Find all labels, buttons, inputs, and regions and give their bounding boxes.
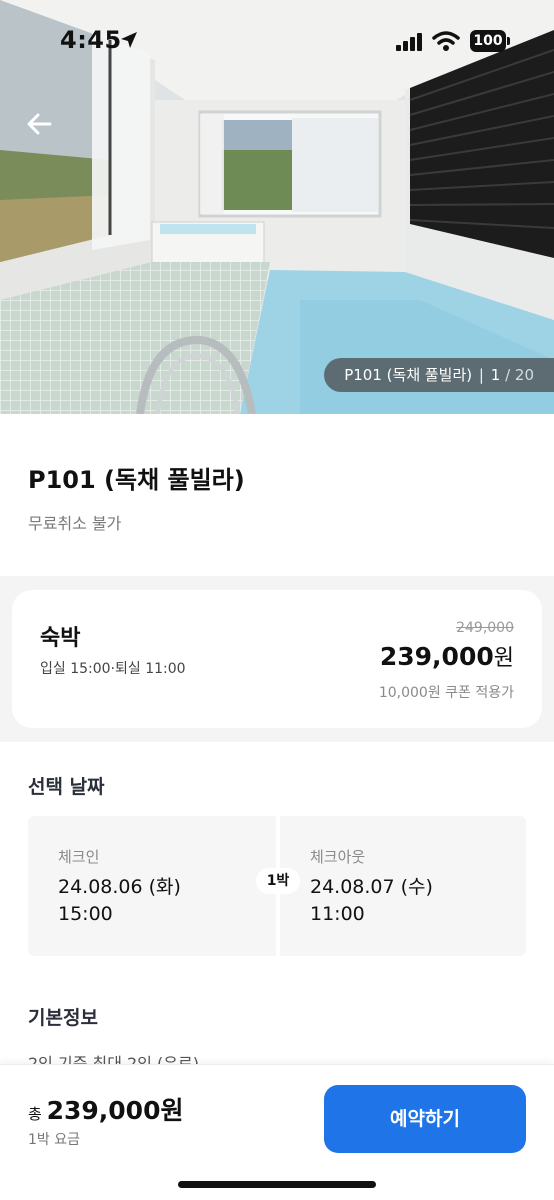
room-title: P101 (독채 풀빌라) <box>28 466 245 494</box>
photo-counter-total: 20 <box>514 366 534 384</box>
checkout-date: 24.08.07 (수) <box>310 876 433 898</box>
room-photo[interactable]: 4:45 100 P101 (독채 풀빌라) | 1 / 20 <box>0 0 554 414</box>
checkin-date: 24.08.06 (화) <box>58 876 181 898</box>
room-title-section: P101 (독채 풀빌라) 무료취소 불가 <box>0 414 554 576</box>
photo-counter-current: 1 <box>490 366 501 384</box>
selected-dates-title: 선택 날짜 <box>28 776 105 798</box>
location-arrow-icon <box>121 32 137 48</box>
total-price: 총 239,000원 <box>28 1091 183 1127</box>
stay-option-card[interactable]: 숙박 입실 15:00·퇴실 11:00 249,000 239,000원 10… <box>12 590 542 728</box>
checkin-datetime: 24.08.06 (화) 15:00 <box>58 874 181 928</box>
photo-counter-slash: / <box>505 366 515 384</box>
photo-counter-room: P101 (독채 풀빌라) <box>344 366 473 384</box>
home-indicator <box>178 1181 376 1188</box>
status-time: 4:45 <box>60 26 122 54</box>
total-amount: 239,000원 <box>46 1096 184 1125</box>
reserve-button[interactable]: 예약하기 <box>324 1085 526 1153</box>
sale-price-currency: 원 <box>493 646 514 671</box>
sale-price-amount: 239,000 <box>379 642 494 671</box>
photo-counter-sep: | <box>478 366 489 384</box>
sale-price: 239,000원 <box>380 640 514 672</box>
checkin-label: 체크인 <box>58 848 100 866</box>
original-price: 249,000 <box>456 620 514 636</box>
back-arrow-icon[interactable] <box>22 106 58 142</box>
battery-cap <box>507 37 510 45</box>
battery-icon: 100 <box>470 30 506 52</box>
wifi-icon <box>432 31 460 51</box>
stay-label: 숙박 <box>40 626 81 651</box>
checkout-label: 체크아웃 <box>310 848 366 866</box>
checkin-time: 15:00 <box>58 903 113 925</box>
checkin-checkout-times: 입실 15:00·퇴실 11:00 <box>40 661 186 677</box>
bottom-bar: 총 239,000원 1박 요금 예약하기 <box>0 1064 554 1200</box>
checkout-box[interactable]: 체크아웃 24.08.07 (수) 11:00 <box>280 816 526 956</box>
checkout-time: 11:00 <box>310 903 365 925</box>
coupon-note: 10,000원 쿠폰 적용가 <box>378 685 514 701</box>
basic-info-first-line: 2인 기준 최대 2인 (유료) <box>28 1054 199 1064</box>
checkout-datetime: 24.08.07 (수) 11:00 <box>310 874 433 928</box>
status-bar: 4:45 100 <box>0 0 554 84</box>
checkin-box[interactable]: 체크인 24.08.06 (화) 15:00 <box>28 816 276 956</box>
cancel-policy: 무료취소 불가 <box>28 514 122 533</box>
photo-counter: P101 (독채 풀빌라) | 1 / 20 <box>324 358 554 392</box>
per-night-label: 1박 요금 <box>28 1132 80 1148</box>
basic-info-title: 기본정보 <box>28 1007 98 1029</box>
signal-icon <box>396 33 422 51</box>
nights-badge: 1박 <box>256 868 300 894</box>
total-prefix: 총 <box>28 1105 42 1123</box>
